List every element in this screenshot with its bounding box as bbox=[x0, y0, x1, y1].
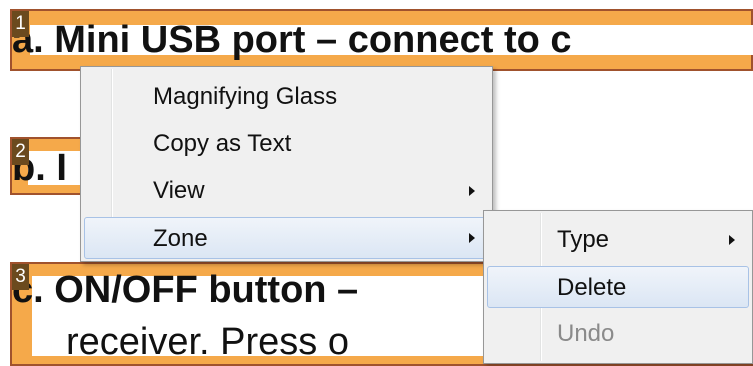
submenu-arrow-icon bbox=[469, 186, 475, 196]
zone-2-number-badge: 2 bbox=[12, 139, 29, 165]
zone-1[interactable]: a. Mini USB port – connect to c 1 bbox=[10, 9, 753, 71]
context-menu: Magnifying Glass Copy as Text View Zone bbox=[80, 66, 493, 262]
menu-item-zone[interactable]: Zone bbox=[84, 217, 489, 259]
menu-item-copy-as-text[interactable]: Copy as Text bbox=[84, 123, 489, 165]
menu-item-delete[interactable]: Delete bbox=[487, 266, 749, 308]
zone-1-text: a. Mini USB port – connect to c bbox=[12, 19, 572, 61]
menu-item-label: Zone bbox=[153, 225, 208, 252]
zone-1-number-badge: 1 bbox=[12, 11, 29, 37]
menu-item-label: Undo bbox=[557, 320, 615, 347]
zone-2[interactable]: b. I 2 bbox=[10, 137, 92, 195]
menu-item-label: Magnifying Glass bbox=[153, 83, 338, 110]
submenu-arrow-icon bbox=[469, 233, 475, 243]
zone-3-number-badge: 3 bbox=[12, 264, 29, 290]
menu-item-label: View bbox=[153, 177, 205, 204]
menu-item-type[interactable]: Type bbox=[487, 219, 749, 261]
zone-3-text-line-1: c. ON/OFF button – bbox=[12, 269, 359, 311]
menu-item-label: Copy as Text bbox=[153, 130, 292, 157]
submenu-arrow-icon bbox=[729, 235, 735, 245]
zone-submenu: Type Delete Undo bbox=[483, 210, 753, 364]
menu-item-magnifying-glass[interactable]: Magnifying Glass bbox=[84, 76, 489, 118]
menu-item-label: Delete bbox=[557, 274, 627, 301]
zone-3-text-line-2: receiver. Press o bbox=[66, 321, 349, 363]
menu-item-view[interactable]: View bbox=[84, 170, 489, 212]
menu-item-undo: Undo bbox=[487, 313, 749, 355]
menu-item-label: Type bbox=[557, 226, 610, 253]
